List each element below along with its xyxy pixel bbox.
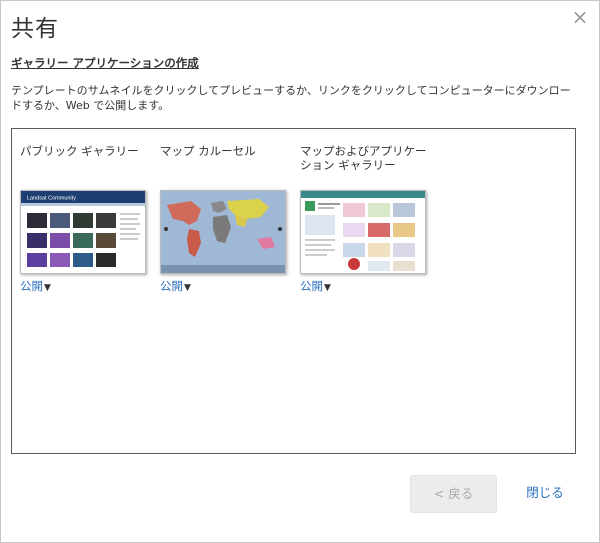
map-preview-image <box>161 191 285 273</box>
dropdown-arrow-icon: ▼ <box>324 283 331 293</box>
template-name: パブリック ギャラリー <box>20 144 139 158</box>
back-button[interactable]: < 戻る <box>410 475 497 513</box>
template-thumbnail-map-carousel[interactable] <box>160 190 286 274</box>
dropdown-arrow-icon: ▼ <box>44 283 51 293</box>
template-map-app-gallery: マップおよびアプリケーション ギャラリー 公開▼ <box>300 144 430 293</box>
close-icon[interactable]: × <box>570 7 590 27</box>
template-thumbnail-map-app-gallery[interactable] <box>300 190 426 274</box>
template-gallery: パブリック ギャラリー Landsat Community 公開▼ マップ カル… <box>11 128 576 454</box>
template-name: マップおよびアプリケーション ギャラリー <box>300 144 427 172</box>
publish-dropdown[interactable]: 公開▼ <box>20 278 51 294</box>
template-name: マップ カルーセル <box>160 144 256 158</box>
publish-label: 公開 <box>20 279 43 293</box>
share-dialog: 共有 × ギャラリー アプリケーションの作成 テンプレートのサムネイルをクリック… <box>0 0 600 543</box>
close-button[interactable]: 閉じる <box>515 475 575 511</box>
app-gallery-preview-image <box>301 191 425 273</box>
publish-label: 公開 <box>300 279 323 293</box>
instructions-text: テンプレートのサムネイルをクリックしてプレビューするか、リンクをクリックしてコン… <box>11 84 571 112</box>
gallery-preview-image: Landsat Community <box>21 191 145 273</box>
template-public-gallery: パブリック ギャラリー Landsat Community 公開▼ <box>20 144 150 293</box>
dialog-title: 共有 <box>11 16 59 42</box>
publish-dropdown[interactable]: 公開▼ <box>160 278 191 294</box>
dropdown-arrow-icon: ▼ <box>184 283 191 293</box>
section-heading: ギャラリー アプリケーションの作成 <box>11 56 199 70</box>
thumb-header-text: Landsat Community <box>27 196 76 202</box>
publish-label: 公開 <box>160 279 183 293</box>
template-map-carousel: マップ カルーセル 公開▼ <box>160 144 290 293</box>
template-thumbnail-public-gallery[interactable]: Landsat Community <box>20 190 146 274</box>
publish-dropdown[interactable]: 公開▼ <box>300 278 331 294</box>
